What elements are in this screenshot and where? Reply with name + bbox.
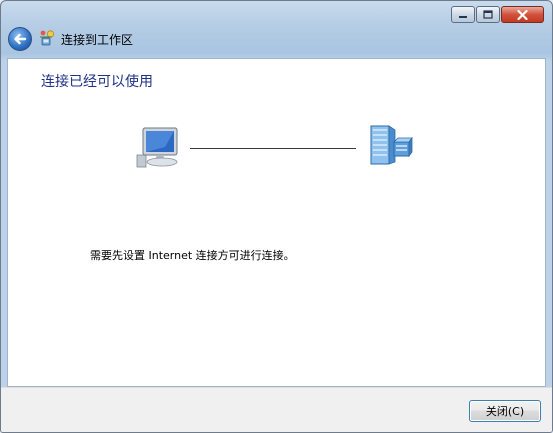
minimize-icon bbox=[459, 15, 467, 18]
footer-bar: 关闭(C) bbox=[1, 387, 552, 432]
dialog-window: 连接到工作区 连接已经可以使用 需要先设置 Internet 连接方可进行连接。… bbox=[0, 0, 553, 433]
close-icon bbox=[517, 9, 528, 20]
page-heading: 连接已经可以使用 bbox=[41, 74, 153, 90]
connection-line bbox=[190, 148, 356, 149]
minimize-button[interactable] bbox=[451, 6, 475, 23]
server-icon bbox=[370, 125, 413, 165]
back-arrow-icon bbox=[14, 33, 27, 45]
back-button[interactable] bbox=[8, 27, 32, 51]
workplace-connection-icon bbox=[40, 30, 55, 46]
close-window-button[interactable] bbox=[501, 6, 544, 23]
maximize-button[interactable] bbox=[476, 6, 500, 23]
close-button[interactable]: 关闭(C) bbox=[469, 400, 541, 422]
caption-buttons bbox=[451, 6, 544, 23]
maximize-icon bbox=[483, 10, 493, 19]
status-message: 需要先设置 Internet 连接方可进行连接。 bbox=[90, 249, 295, 262]
computer-icon bbox=[136, 127, 178, 168]
content-panel: 连接已经可以使用 需要先设置 Internet 连接方可进行连接。 bbox=[7, 58, 546, 387]
window-title: 连接到工作区 bbox=[61, 33, 134, 47]
